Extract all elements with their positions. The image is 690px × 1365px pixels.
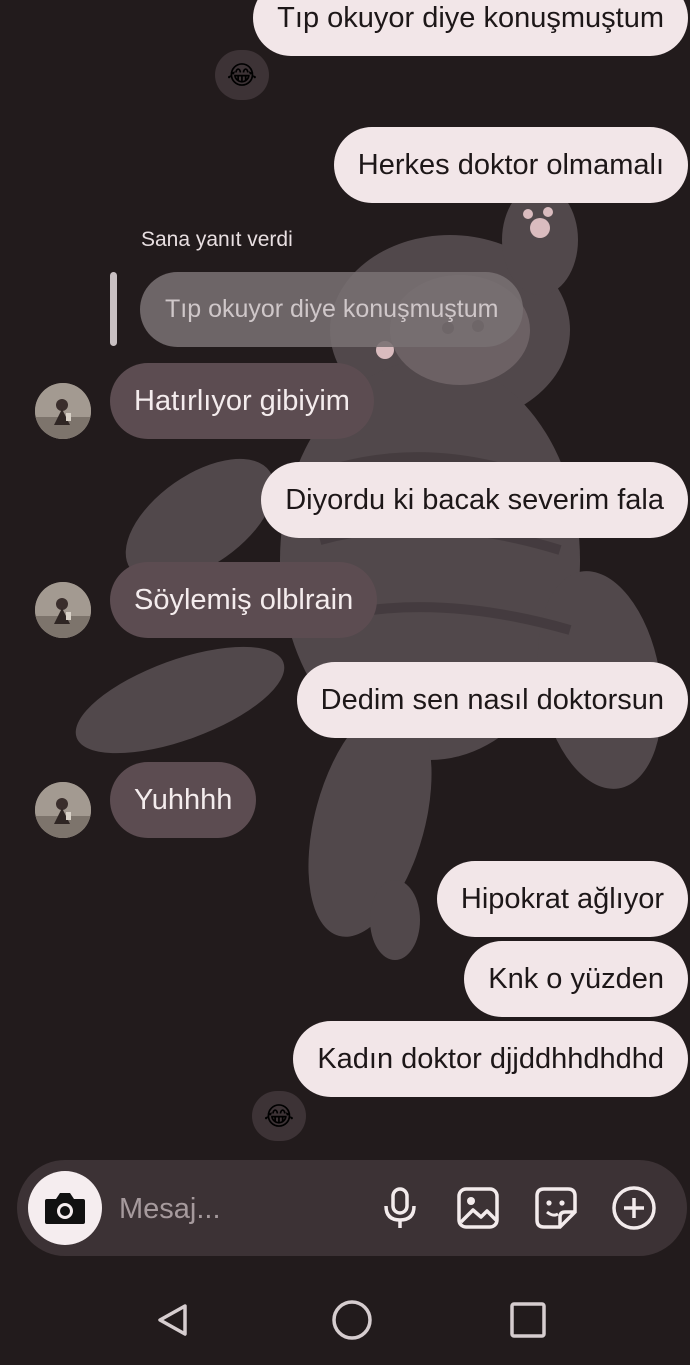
camera-button[interactable] [28, 1171, 102, 1245]
message-text: Söylemiş olblrain [134, 583, 354, 616]
gallery-icon [457, 1187, 499, 1229]
nav-home-button[interactable] [327, 1295, 377, 1345]
message-input[interactable] [117, 1184, 371, 1234]
message-text: Kadın doktor djjddhhdhdhd [317, 1042, 664, 1075]
message-text: Hatırlıyor gibiyim [134, 384, 350, 417]
avatar[interactable] [35, 782, 91, 838]
incoming-message[interactable]: Söylemiş olblrain [110, 562, 378, 638]
nav-recents-button[interactable] [503, 1295, 553, 1345]
outgoing-message[interactable]: Tıp okuyor diye konuşmuştum [253, 0, 688, 56]
recents-icon [510, 1302, 546, 1338]
incoming-message[interactable]: Hatırlıyor gibiyim [110, 363, 374, 439]
message-text: Hipokrat ağlıyor [460, 882, 664, 915]
outgoing-message[interactable]: Hipokrat ağlıyor [436, 861, 688, 937]
quoted-text: Tıp okuyor diye konuşmuştum [165, 295, 499, 323]
laughing-emoji-icon: 😂 [226, 59, 258, 90]
laughing-emoji-icon: 😂 [263, 1100, 295, 1131]
outgoing-message[interactable]: Kadın doktor djjddhhdhdhd [293, 1021, 688, 1097]
incoming-message[interactable]: Yuhhhh [110, 762, 257, 838]
outgoing-message[interactable]: Herkes doktor olmamalı [333, 127, 688, 203]
microphone-button[interactable] [377, 1185, 423, 1231]
avatar-image-icon [35, 782, 91, 838]
microphone-icon [384, 1187, 416, 1228]
camera-icon [45, 1193, 85, 1224]
back-icon [158, 1304, 187, 1336]
outgoing-message[interactable]: Knk o yüzden [464, 941, 688, 1017]
reaction-badge[interactable]: 😂 [252, 1091, 306, 1141]
reply-label: Sana yanıt verdi [141, 228, 293, 251]
message-text: Knk o yüzden [488, 962, 664, 995]
avatar-image-icon [35, 582, 91, 638]
message-text: Diyordu ki bacak severim fala [285, 483, 664, 516]
home-icon [332, 1300, 372, 1340]
nav-back-button[interactable] [147, 1295, 197, 1345]
reaction-badge[interactable]: 😂 [215, 50, 269, 100]
quoted-message[interactable]: Tıp okuyor diye konuşmuştum [140, 272, 524, 347]
gallery-button[interactable] [455, 1185, 501, 1231]
avatar[interactable] [35, 582, 91, 638]
message-text: Herkes doktor olmamalı [357, 148, 664, 181]
sticker-icon [535, 1187, 577, 1229]
add-button[interactable] [611, 1185, 657, 1231]
sticker-button[interactable] [533, 1185, 579, 1231]
message-text: Yuhhhh [134, 783, 233, 816]
outgoing-message[interactable]: Diyordu ki bacak severim fala [261, 462, 688, 538]
outgoing-message[interactable]: Dedim sen nasıl doktorsun [296, 662, 688, 738]
message-composer [17, 1160, 687, 1256]
plus-icon [612, 1186, 656, 1230]
message-text: Tıp okuyor diye konuşmuştum [277, 1, 664, 34]
message-text: Dedim sen nasıl doktorsun [320, 683, 664, 716]
avatar-image-icon [35, 383, 91, 439]
reply-indicator-bar [110, 272, 117, 346]
avatar[interactable] [35, 383, 91, 439]
